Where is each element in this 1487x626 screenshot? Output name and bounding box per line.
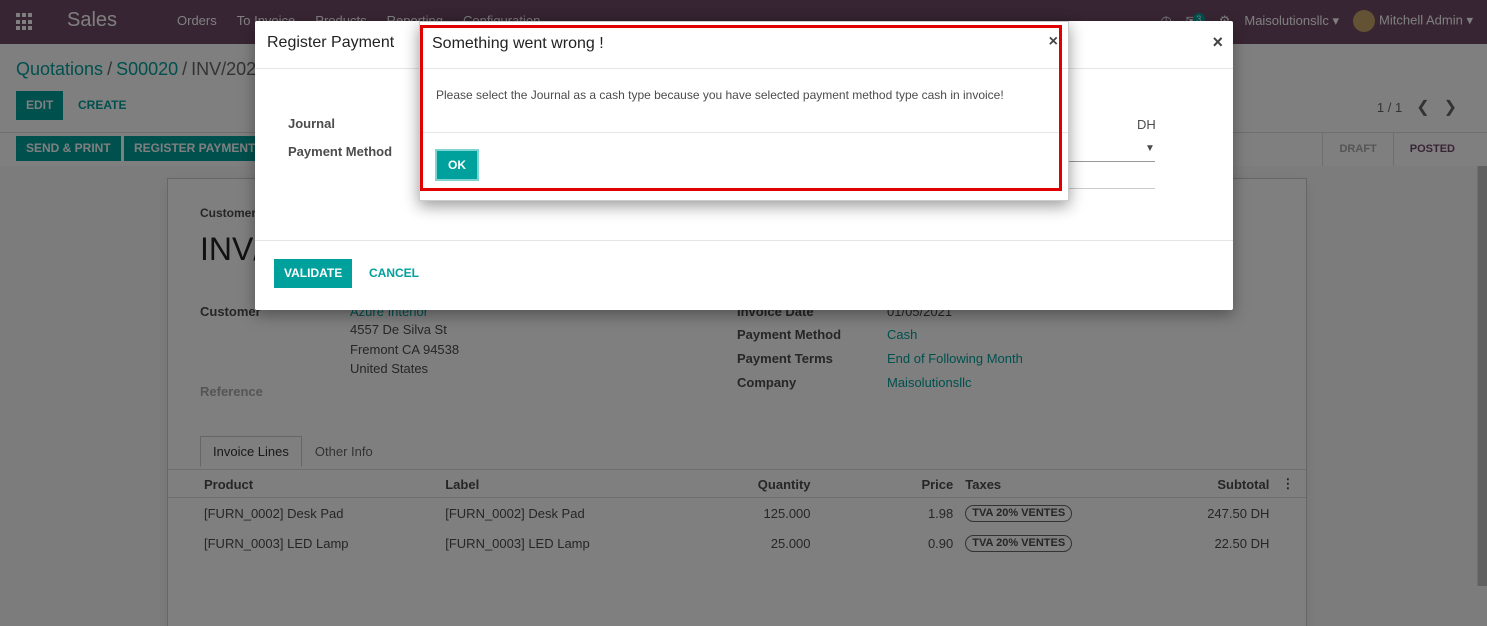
cancel-button[interactable]: CANCEL — [369, 259, 419, 288]
chevron-down-icon[interactable]: ▼ — [1145, 143, 1155, 154]
close-icon[interactable]: × — [1049, 33, 1058, 51]
journal-label: Journal — [288, 116, 335, 131]
close-icon[interactable]: × — [1212, 32, 1223, 53]
error-dialog-title: Something went wrong ! — [432, 35, 604, 52]
validate-button[interactable]: VALIDATE — [274, 259, 353, 288]
payment-method-field-underline[interactable] — [1065, 188, 1155, 189]
error-dialog-footer: OK — [420, 132, 1068, 201]
ok-button[interactable]: OK — [435, 149, 479, 181]
payment-method-label: Payment Method — [288, 144, 393, 159]
journal-field-underline[interactable] — [1065, 161, 1155, 162]
error-dialog-header: Something went wrong ! × — [420, 22, 1068, 69]
dialog-title: Register Payment — [267, 34, 395, 51]
error-dialog: Something went wrong ! × Please select t… — [419, 21, 1069, 201]
error-message: Please select the Journal as a cash type… — [436, 88, 1004, 102]
dialog-footer: VALIDATE CANCEL — [255, 240, 1233, 310]
currency-value: DH — [1137, 117, 1156, 132]
